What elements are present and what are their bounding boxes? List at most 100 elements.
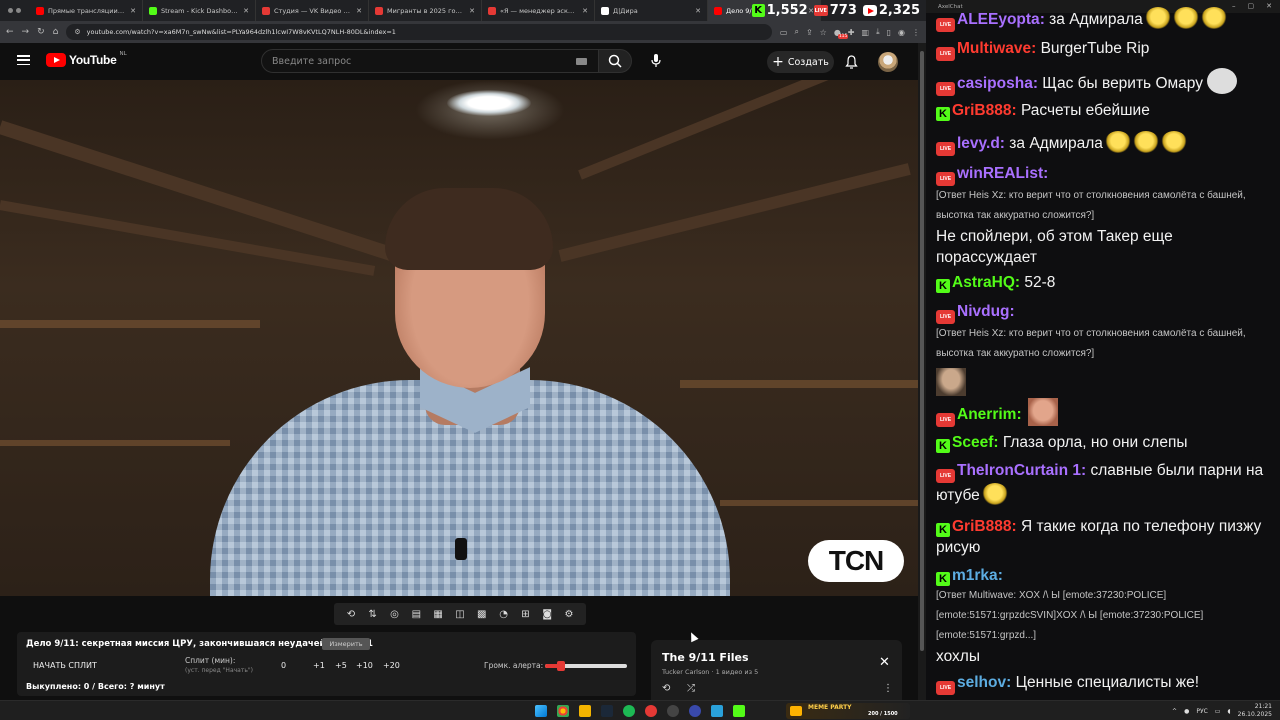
split-step-0[interactable]: 0 xyxy=(281,661,286,670)
chat-username[interactable]: Multiwave xyxy=(957,40,1031,57)
chat-username[interactable]: selhov xyxy=(957,674,1006,691)
playlist-loop-icon[interactable]: ⟲ xyxy=(662,683,670,694)
url-field[interactable]: ⚙ youtube.com/watch?v=xa6M7n_swNw&list=P… xyxy=(66,24,772,40)
browser-tab[interactable]: Прямые трансляции - YouTube ✕ xyxy=(30,0,143,21)
split-step-plus-10[interactable]: +10 xyxy=(356,661,373,670)
browser-tab[interactable]: Stream - Kick Dashboard ✕ xyxy=(143,0,256,21)
settings-gear-icon[interactable]: ⚙ xyxy=(563,608,575,620)
voice-search-button[interactable] xyxy=(644,49,668,73)
tab-close-icon[interactable]: ✕ xyxy=(130,7,136,15)
chat-username[interactable]: GriB888 xyxy=(952,518,1011,535)
spotify-taskbar-icon[interactable] xyxy=(623,705,635,717)
vk-live-platform-icon: LIVE xyxy=(936,47,955,61)
film-icon[interactable]: ▩ xyxy=(476,608,488,620)
zoom-icon[interactable]: ⌕ xyxy=(794,27,798,37)
alert-volume-slider[interactable] xyxy=(545,661,627,671)
scrollbar-thumb[interactable] xyxy=(920,51,924,651)
tab-close-icon[interactable]: ✕ xyxy=(243,7,249,15)
site-info-icon[interactable]: ⚙ xyxy=(74,28,80,36)
windows-start-icon[interactable] xyxy=(535,705,547,717)
create-button[interactable]: + Создать xyxy=(767,51,834,73)
page-scrollbar[interactable] xyxy=(918,43,926,700)
tray-chevron-icon[interactable]: ^ xyxy=(1172,708,1177,715)
tab-close-icon[interactable]: ✕ xyxy=(356,7,362,15)
chat-username[interactable]: Sceef xyxy=(952,434,993,451)
home-icon[interactable]: ⌂ xyxy=(53,27,59,37)
obs-taskbar-icon[interactable] xyxy=(667,705,679,717)
browser-tab[interactable]: Студия — VK Видео Live ✕ xyxy=(256,0,369,21)
media-taskbar-icon[interactable] xyxy=(689,705,701,717)
tab-close-icon[interactable]: ✕ xyxy=(695,7,701,15)
chat-username[interactable]: Anerrim xyxy=(957,406,1016,423)
tab-close-icon[interactable]: ✕ xyxy=(582,7,588,15)
speed-sort-icon[interactable]: ⇅ xyxy=(367,608,379,620)
playlist-more-icon[interactable]: ⋮ xyxy=(883,683,893,694)
posted-image[interactable] xyxy=(936,368,966,396)
search-button[interactable] xyxy=(598,49,632,73)
reload-icon[interactable]: ↻ xyxy=(37,27,45,37)
sidebar-icon[interactable]: ▥ xyxy=(862,28,870,37)
browser-tab[interactable]: Мигранты в 2025 году: новое✕ xyxy=(369,0,482,21)
keyboard-icon[interactable] xyxy=(576,58,587,65)
forward-icon[interactable]: → xyxy=(22,27,30,37)
chat-username[interactable]: AstraHQ xyxy=(952,274,1015,291)
puzzle-icon[interactable]: ✚ xyxy=(848,28,855,37)
playlist-close-icon[interactable]: ✕ xyxy=(879,656,890,669)
split-step-plus-1[interactable]: +1 xyxy=(313,661,325,670)
cast-icon[interactable]: ▭ xyxy=(780,28,788,37)
volume-icon[interactable]: ◖ xyxy=(1227,708,1230,715)
split-step-plus-20[interactable]: +20 xyxy=(383,661,400,670)
chat-username[interactable]: winREAList xyxy=(957,165,1043,182)
browser-tab[interactable]: «Я — менеджер эскортницы» ✕ xyxy=(482,0,595,21)
chat-username[interactable]: levy.d xyxy=(957,135,1000,152)
tab-close-icon[interactable]: ✕ xyxy=(469,7,475,15)
profile-icon[interactable]: ◉ xyxy=(898,28,905,37)
download-icon[interactable]: ⤓ xyxy=(876,27,880,37)
tray-app-icon[interactable]: ● xyxy=(1184,708,1189,715)
clock[interactable]: 21:21 26.10.2025 xyxy=(1238,703,1272,719)
meme-party-widget[interactable]: MEME PARTY 200 / 1500 xyxy=(786,703,910,719)
explorer-taskbar-icon[interactable] xyxy=(579,705,591,717)
split-view-icon[interactable]: ▯ xyxy=(887,28,891,37)
chrome-taskbar-icon[interactable] xyxy=(557,705,569,717)
split-step-plus-5[interactable]: +5 xyxy=(335,661,347,670)
browser-tab[interactable]: Д|Дира ✕ xyxy=(595,0,708,21)
alert-volume-knob[interactable] xyxy=(557,661,566,671)
youtube-logo[interactable]: YouTube NL xyxy=(46,51,127,67)
app-taskbar-icon[interactable] xyxy=(645,705,657,717)
chat-username[interactable]: ALEEyopta xyxy=(957,11,1040,28)
share-icon[interactable]: ⇪ xyxy=(806,28,813,37)
bookmark-star-icon[interactable]: ☆ xyxy=(820,28,827,37)
notifications-bell-icon[interactable] xyxy=(845,54,858,73)
chat-username[interactable]: TheIronCurtain 1 xyxy=(957,462,1081,479)
search-input[interactable] xyxy=(261,49,599,73)
measure-button[interactable]: Измерить xyxy=(322,638,370,650)
split-minutes-label: Сплит (мин): xyxy=(185,656,236,665)
language-indicator[interactable]: РУС xyxy=(1196,708,1207,715)
steam-taskbar-icon[interactable] xyxy=(601,705,613,717)
camera-icon[interactable]: ◙ xyxy=(541,608,553,620)
chat-username[interactable]: m1rka xyxy=(952,567,998,584)
picture-in-picture-icon[interactable]: ◫ xyxy=(454,608,466,620)
chat-username[interactable]: casiposha xyxy=(957,75,1033,92)
chat-username[interactable]: Nivdug xyxy=(957,303,1010,320)
speedometer-icon[interactable]: ◔ xyxy=(498,608,510,620)
account-avatar[interactable] xyxy=(878,52,898,72)
screenshot-icon[interactable]: ⊞ xyxy=(519,608,531,620)
menu-icon[interactable]: ⋮ xyxy=(912,28,920,37)
clapperboard-icon[interactable]: ▦ xyxy=(432,608,444,620)
video-player[interactable]: TCN xyxy=(0,80,918,596)
chat-username[interactable]: GriB888 xyxy=(952,102,1011,119)
loop-icon[interactable]: ⟲ xyxy=(345,608,357,620)
playlist-shuffle-icon[interactable]: ⤮ xyxy=(687,683,695,694)
back-icon[interactable]: ← xyxy=(6,27,14,37)
hamburger-menu-icon[interactable] xyxy=(17,55,30,65)
playlist-settings-icon[interactable]: ▤ xyxy=(410,608,422,620)
start-split-button[interactable]: НАЧАТЬ СПЛИТ xyxy=(33,661,97,670)
kick-taskbar-icon[interactable] xyxy=(733,705,745,717)
extension-icon[interactable]: ● 115 xyxy=(834,28,849,39)
network-icon[interactable]: ▭ xyxy=(1215,708,1221,715)
playlist-title[interactable]: The 9/11 Files xyxy=(662,651,749,664)
audio-icon[interactable]: ◎ xyxy=(389,608,401,620)
telegram-taskbar-icon[interactable] xyxy=(711,705,723,717)
